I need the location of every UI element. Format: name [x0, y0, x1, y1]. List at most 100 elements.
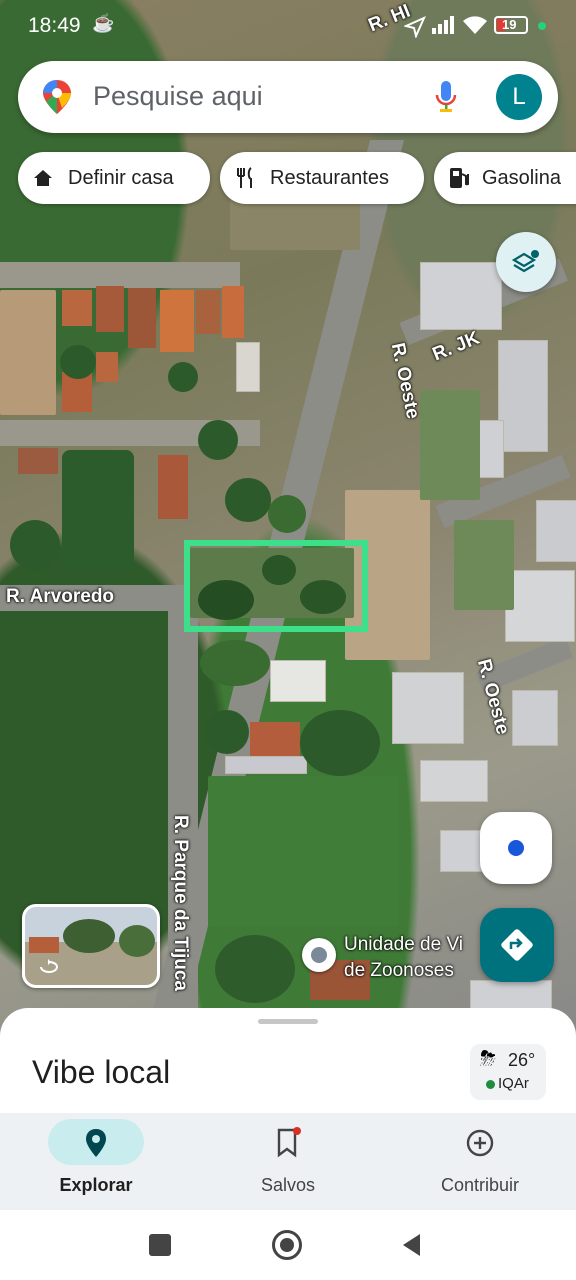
street-label: R. Arvoredo [6, 586, 115, 607]
layers-button[interactable] [496, 232, 556, 292]
house [512, 690, 558, 746]
roof [128, 288, 156, 348]
home-button[interactable] [272, 1230, 302, 1260]
yard [420, 390, 480, 500]
tree [215, 935, 295, 1003]
notification-dot [538, 22, 546, 30]
grass-field [208, 776, 398, 926]
dry-field [0, 290, 56, 415]
restaurant-icon [237, 167, 252, 188]
poi-label-line1[interactable]: Unidade de Vi [344, 934, 463, 956]
wifi-icon [463, 16, 487, 34]
house [392, 672, 464, 744]
yard [454, 520, 514, 610]
nav-label: Contribuir [440, 1175, 520, 1195]
house [420, 262, 502, 330]
house [536, 500, 576, 562]
house [270, 660, 326, 702]
explore-pin-icon [86, 1129, 106, 1157]
street-view-trees [119, 925, 155, 957]
back-button[interactable] [400, 1232, 424, 1258]
roof [62, 290, 92, 326]
chip-label: Gasolina [482, 166, 561, 189]
roof [222, 286, 244, 338]
avatar-letter: L [512, 83, 526, 110]
house [236, 342, 260, 392]
rotate-360-icon [40, 959, 58, 973]
house [440, 830, 482, 872]
directions-icon [501, 929, 533, 961]
avatar[interactable]: L [496, 74, 542, 120]
street-view-house [29, 937, 59, 953]
chip-label: Restaurantes [270, 166, 389, 189]
roof [160, 290, 194, 352]
home-icon [34, 170, 52, 186]
air-quality-label: IQAr [498, 1075, 529, 1092]
tree [205, 710, 249, 754]
sheet-title: Vibe local [32, 1054, 171, 1090]
tree [225, 478, 271, 522]
nav-label: Explorar [59, 1175, 133, 1195]
nav-label: Salvos [260, 1175, 316, 1195]
bookmark-icon [277, 1127, 301, 1158]
tree [300, 710, 380, 776]
tree [10, 520, 60, 570]
house [225, 756, 307, 774]
maps-logo-icon [43, 80, 71, 114]
search-input[interactable]: Pesquise aqui [93, 81, 263, 112]
street-view-trees [63, 919, 115, 953]
microphone-icon[interactable] [434, 79, 458, 115]
roof [96, 286, 124, 332]
bottom-nav: Explorar Salvos Contribuir [0, 1113, 576, 1210]
my-location-icon [508, 840, 524, 856]
tree [268, 495, 306, 533]
my-location-button[interactable] [480, 812, 552, 884]
battery-icon: 19 [494, 16, 528, 34]
tree [168, 362, 198, 392]
chip-definir-casa[interactable]: Definir casa [18, 152, 210, 204]
recents-button[interactable] [149, 1234, 171, 1256]
gas-station-icon [450, 168, 469, 188]
nav-salvos[interactable]: Salvos [192, 1113, 384, 1210]
roof [158, 455, 188, 519]
street-label: R. Parque da Tijuca [169, 815, 191, 991]
tree [200, 640, 270, 686]
chip-restaurantes[interactable]: Restaurantes [220, 152, 424, 204]
street-label: R. Oeste [386, 341, 424, 421]
directions-button[interactable] [480, 908, 554, 982]
battery-level: 19 [502, 17, 517, 32]
roof [96, 352, 118, 382]
poi-label-line2[interactable]: de Zoonoses [344, 960, 454, 982]
tree [198, 420, 238, 460]
house [498, 340, 548, 452]
location-arrow-icon [404, 16, 426, 38]
cup-icon: ☕ [92, 13, 115, 33]
chip-gasolina[interactable]: Gasolina [434, 152, 576, 204]
search-bar[interactable]: Pesquise aqui L [18, 61, 558, 133]
layers-icon [511, 250, 539, 273]
drag-handle[interactable] [258, 1019, 318, 1024]
system-nav-bar [0, 1210, 576, 1280]
nav-contribuir[interactable]: Contribuir [384, 1113, 576, 1210]
roof [196, 290, 220, 334]
tree [60, 345, 96, 379]
highlight-rectangle [184, 540, 368, 632]
clock: 18:49 [28, 14, 81, 37]
chip-label: Definir casa [68, 166, 174, 189]
nav-explorar[interactable]: Explorar [0, 1113, 192, 1210]
add-circle-icon [466, 1129, 494, 1157]
status-bar: 18:49 ☕ 19 [0, 0, 576, 52]
house [505, 570, 575, 642]
signal-icon [432, 16, 454, 34]
weather-temp: 26° [508, 1050, 536, 1070]
air-quality-dot [486, 1080, 495, 1089]
street-view-thumbnail[interactable] [22, 904, 160, 988]
road [0, 262, 240, 288]
tree [62, 450, 134, 570]
storm-icon: ⛈ [480, 1048, 496, 1070]
weather-widget[interactable]: ⛈ 26° IQAr [470, 1044, 546, 1100]
roof [18, 448, 58, 474]
street-label: R. JK [429, 327, 483, 366]
house [420, 760, 488, 802]
location-pin-icon[interactable] [302, 938, 336, 972]
